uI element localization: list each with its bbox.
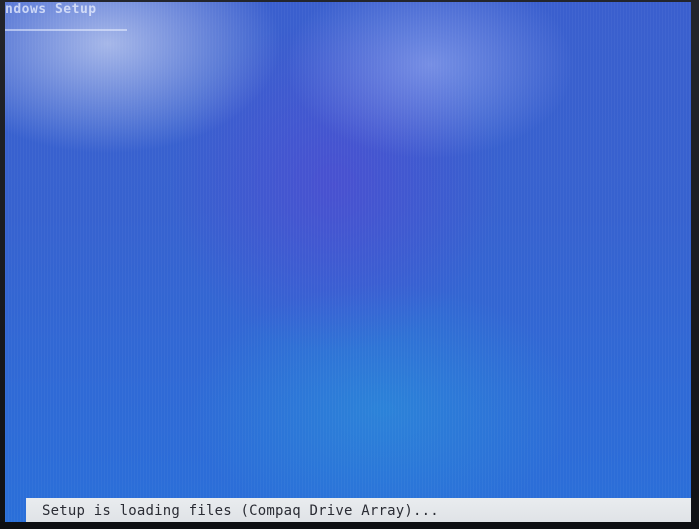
monitor-frame: ndows Setup Setup is loading files (Comp…	[0, 0, 699, 529]
monitor-bezel	[0, 522, 699, 529]
title-underline	[5, 29, 127, 31]
screen-scanlines	[5, 2, 691, 524]
status-message: Setup is loading files (Compaq Drive Arr…	[42, 503, 439, 519]
status-bar: Setup is loading files (Compaq Drive Arr…	[26, 498, 691, 524]
setup-title: ndows Setup	[5, 2, 97, 17]
setup-screen: ndows Setup Setup is loading files (Comp…	[5, 2, 691, 524]
